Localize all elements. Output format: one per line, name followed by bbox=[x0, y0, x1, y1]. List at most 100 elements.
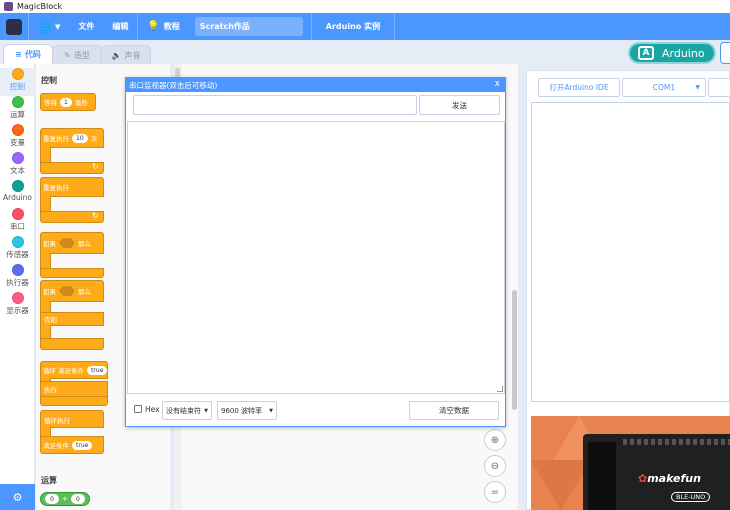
category-dot-icon bbox=[11, 152, 24, 164]
category-dot-icon bbox=[11, 124, 24, 136]
block-forever[interactable]: 重复执行 ↻ bbox=[40, 177, 106, 223]
board-model-label: BLE-UNO bbox=[671, 492, 711, 502]
app-logo-icon bbox=[4, 2, 13, 11]
serial-send-button[interactable]: 发送 bbox=[419, 95, 500, 115]
category-label: 串口 bbox=[10, 222, 25, 231]
tab-code-label: 代码 bbox=[24, 50, 41, 59]
serial-monitor-titlebar[interactable]: 串口监视器(双击后可移动) x bbox=[126, 78, 505, 92]
board-select[interactable] bbox=[708, 78, 730, 97]
line-ending-value: 没有结束符 bbox=[166, 406, 201, 415]
home-logo-button[interactable] bbox=[0, 13, 28, 40]
serial-output-area[interactable] bbox=[127, 121, 505, 394]
workspace-scrollbar[interactable] bbox=[512, 290, 517, 410]
serial-monitor-title: 串口监视器(双击后可移动) bbox=[129, 80, 218, 90]
block-wait[interactable]: 等待 1 毫秒 bbox=[40, 93, 96, 111]
menu-edit[interactable]: 编辑 bbox=[103, 13, 137, 40]
clear-data-button[interactable]: 清空数据 bbox=[409, 401, 499, 420]
arduino-code-view[interactable] bbox=[531, 102, 730, 402]
menu-arduino-examples[interactable]: Arduino 实例 bbox=[310, 13, 396, 40]
block-text: 次 bbox=[90, 135, 98, 143]
palette-section-operators: 运算 bbox=[41, 476, 57, 485]
block-text: 执行 bbox=[44, 386, 57, 394]
menu-file[interactable]: 文件 bbox=[69, 13, 103, 40]
add-extension-button[interactable]: ⚙ bbox=[0, 484, 35, 510]
category-label: 传感器 bbox=[6, 250, 29, 259]
block-body bbox=[40, 196, 51, 212]
category-sensors[interactable]: 传感器 bbox=[0, 236, 35, 264]
block-text: 那么 bbox=[78, 240, 91, 248]
serial-send-input[interactable] bbox=[133, 95, 417, 115]
menu-tutorial-label: 教程 bbox=[163, 22, 180, 31]
block-text: 重复执行 bbox=[43, 135, 69, 143]
zoom-out-button[interactable]: ⊖ bbox=[484, 455, 506, 477]
category-actuators[interactable]: 执行器 bbox=[0, 264, 35, 292]
category-dot-icon bbox=[11, 292, 24, 304]
lightbulb-icon: 💡 bbox=[147, 21, 160, 32]
language-menu[interactable]: 🌐 ▼ bbox=[29, 13, 69, 40]
category-text[interactable]: 文本 bbox=[0, 152, 35, 180]
block-body bbox=[40, 338, 104, 350]
resize-grip-icon[interactable] bbox=[497, 386, 503, 392]
block-repeat[interactable]: 重复执行 10 次 ↻ bbox=[40, 128, 106, 174]
stage-toggle-button[interactable] bbox=[720, 42, 730, 64]
brush-icon: ✎ bbox=[64, 50, 71, 60]
tab-sounds[interactable]: 🔈 声音 bbox=[101, 45, 151, 64]
port-value: COM1 bbox=[652, 83, 676, 92]
block-text: 满足条件 bbox=[43, 442, 69, 450]
category-operators[interactable]: 运算 bbox=[0, 96, 35, 124]
block-if-else[interactable]: 如果 那么 否则 bbox=[40, 280, 106, 352]
chevron-down-icon: ▼ bbox=[54, 22, 61, 31]
category-dot-icon bbox=[11, 208, 24, 220]
globe-icon: 🌐 bbox=[38, 19, 53, 34]
arduino-mode-button[interactable]: A Arduino bbox=[628, 42, 716, 64]
block-text: 重复执行 bbox=[43, 184, 69, 192]
baud-rate-select[interactable]: 9600 波特率 ▼ bbox=[217, 401, 277, 420]
condition-slot[interactable] bbox=[59, 238, 75, 248]
category-dot-icon bbox=[11, 236, 24, 248]
block-text: 循环执行 bbox=[44, 417, 70, 425]
block-add[interactable]: 0 + 0 bbox=[40, 492, 90, 506]
block-text: 如果 bbox=[43, 240, 56, 248]
block-input[interactable]: 0 bbox=[45, 494, 59, 504]
arduino-letter-icon: A bbox=[638, 46, 654, 60]
project-name-input[interactable]: Scratch作品 bbox=[194, 17, 303, 36]
block-if-then[interactable]: 如果 那么 bbox=[40, 232, 106, 278]
block-text: 那么 bbox=[78, 288, 91, 296]
block-body bbox=[40, 147, 51, 163]
block-do-while[interactable]: 循环执行 满足条件 true bbox=[40, 410, 106, 456]
hex-checkbox[interactable] bbox=[134, 405, 142, 413]
block-input[interactable]: 1 bbox=[60, 97, 72, 107]
block-input[interactable]: 10 bbox=[72, 133, 88, 143]
open-arduino-ide-button[interactable]: 打开Arduino IDE bbox=[538, 78, 620, 97]
board-chip bbox=[588, 442, 616, 510]
close-icon[interactable]: x bbox=[495, 79, 500, 89]
category-dot-icon bbox=[11, 180, 24, 192]
zoom-reset-button[interactable]: = bbox=[484, 481, 506, 503]
block-while-loop[interactable]: 循环 满足条件 true 执行 bbox=[40, 361, 110, 407]
block-input[interactable]: true bbox=[87, 365, 108, 375]
condition-slot[interactable] bbox=[59, 286, 75, 296]
block-body bbox=[40, 325, 51, 339]
category-dot-icon bbox=[11, 96, 24, 108]
tab-code[interactable]: ≡ 代码 bbox=[3, 44, 53, 64]
category-label: 运算 bbox=[10, 110, 25, 119]
zoom-reset-icon: = bbox=[490, 486, 500, 498]
line-ending-select[interactable]: 没有结束符 ▼ bbox=[162, 401, 212, 420]
category-control[interactable]: 控制 bbox=[0, 68, 35, 96]
category-displays[interactable]: 显示器 bbox=[0, 292, 35, 320]
zoom-in-button[interactable]: ⊕ bbox=[484, 429, 506, 451]
zoom-in-icon: ⊕ bbox=[490, 434, 500, 446]
port-select[interactable]: COM1 ▼ bbox=[622, 78, 706, 97]
category-variables[interactable]: 变量 bbox=[0, 124, 35, 152]
category-arduino[interactable]: Arduino bbox=[0, 180, 35, 208]
extension-icon: ⚙ bbox=[12, 490, 23, 504]
chevron-down-icon: ▼ bbox=[269, 407, 273, 414]
menubar: 🌐 ▼ 文件 编辑 💡 教程 Scratch作品 Arduino 实例 bbox=[0, 13, 730, 40]
block-input[interactable]: true bbox=[72, 440, 93, 450]
block-input[interactable]: 0 bbox=[70, 494, 85, 504]
serial-monitor-dialog: 串口监视器(双击后可移动) x 发送 Hex 没有结束符 ▼ 9600 波特率 … bbox=[125, 77, 506, 427]
menu-tutorial[interactable]: 💡 教程 bbox=[138, 13, 188, 40]
tab-costumes[interactable]: ✎ 造型 bbox=[52, 45, 102, 64]
board-pins bbox=[623, 439, 730, 445]
category-serial[interactable]: 串口 bbox=[0, 208, 35, 236]
